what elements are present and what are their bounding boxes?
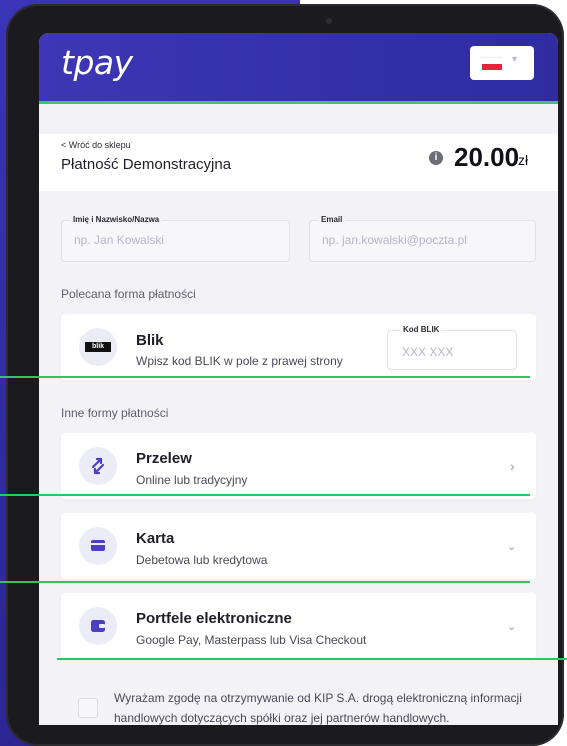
payment-method-subtitle: Online lub tradycyjny <box>136 473 248 487</box>
merchant-name: Płatność Demonstracyjna <box>61 156 232 173</box>
payment-method-subtitle: Debetowa lub kredytowa <box>136 553 268 567</box>
payment-method-subtitle: Google Pay, Masterpass lub Visa Checkout <box>136 633 367 647</box>
annotation-line <box>0 376 530 378</box>
back-to-shop-link[interactable]: < Wróć do sklepu <box>61 140 131 150</box>
blik-code-input[interactable]: Kod BLIK XXX XXX <box>387 325 517 370</box>
payment-method-title: Karta <box>136 530 175 547</box>
payment-method-title: Przelew <box>136 450 192 467</box>
top-header: tpay ▾ <box>39 33 558 104</box>
currency-label: zł <box>518 152 529 168</box>
spacer-bar <box>39 104 558 134</box>
blik-logo: blik <box>85 342 111 352</box>
tpay-logo: tpay <box>61 43 133 82</box>
annotation-line <box>0 494 530 496</box>
payment-amount: 20.00 <box>454 142 520 172</box>
recommended-section-label: Polecana forma płatności <box>61 287 196 301</box>
blik-card[interactable]: blik Blik Wpisz kod BLIK w pole z prawej… <box>61 314 536 380</box>
chevron-right-icon: › <box>510 458 515 474</box>
blik-code-placeholder: XXX XXX <box>402 345 454 359</box>
info-icon[interactable]: i <box>429 151 443 165</box>
blik-title: Blik <box>136 332 164 349</box>
checkout-screen: tpay ▾ < Wróć do sklepu Płatność Demonst… <box>39 33 558 725</box>
blik-code-label: Kod BLIK <box>400 325 443 334</box>
poland-flag-icon <box>482 57 502 70</box>
other-section-label: Inne formy płatności <box>61 406 169 420</box>
payment-method-przelew[interactable]: Przelew Online lub tradycyjny › <box>61 433 536 499</box>
consent-text: Wyrażam zgodę na otrzymywanie od KIP S.A… <box>114 691 522 725</box>
payment-method-title: Portfele elektroniczne <box>136 610 292 627</box>
blik-icon: blik <box>79 328 117 366</box>
email-field[interactable]: Email np. jan.kowalski@poczta.pl <box>309 215 536 262</box>
wallet-icon <box>79 607 117 645</box>
email-field-label: Email <box>318 215 346 224</box>
consent-checkbox[interactable] <box>78 698 98 718</box>
chevron-down-icon: ⌄ <box>507 541 517 553</box>
credit-card-icon <box>79 527 117 565</box>
tablet-frame: tpay ▾ < Wróć do sklepu Płatność Demonst… <box>6 4 564 746</box>
blik-subtitle: Wpisz kod BLIK w pole z prawej strony <box>136 354 343 368</box>
camera-dot <box>326 18 332 24</box>
merchant-summary: < Wróć do sklepu Płatność Demonstracyjna… <box>39 134 558 191</box>
transfer-arrows-icon <box>79 447 117 485</box>
payment-method-portfele[interactable]: Portfele elektroniczne Google Pay, Maste… <box>61 593 536 659</box>
name-field-label: Imię i Nazwisko/Nazwa <box>70 215 163 224</box>
email-field-placeholder: np. jan.kowalski@poczta.pl <box>322 233 467 247</box>
name-field-placeholder: np. Jan Kowalski <box>74 233 165 247</box>
chevron-down-icon: ▾ <box>512 54 518 65</box>
payment-method-karta[interactable]: Karta Debetowa lub kredytowa ⌄ <box>61 513 536 579</box>
chevron-down-icon: ⌄ <box>507 621 517 633</box>
language-selector[interactable]: ▾ <box>470 46 534 80</box>
annotation-line <box>0 581 530 583</box>
name-field[interactable]: Imię i Nazwisko/Nazwa np. Jan Kowalski <box>61 215 290 262</box>
annotation-line <box>57 658 567 660</box>
